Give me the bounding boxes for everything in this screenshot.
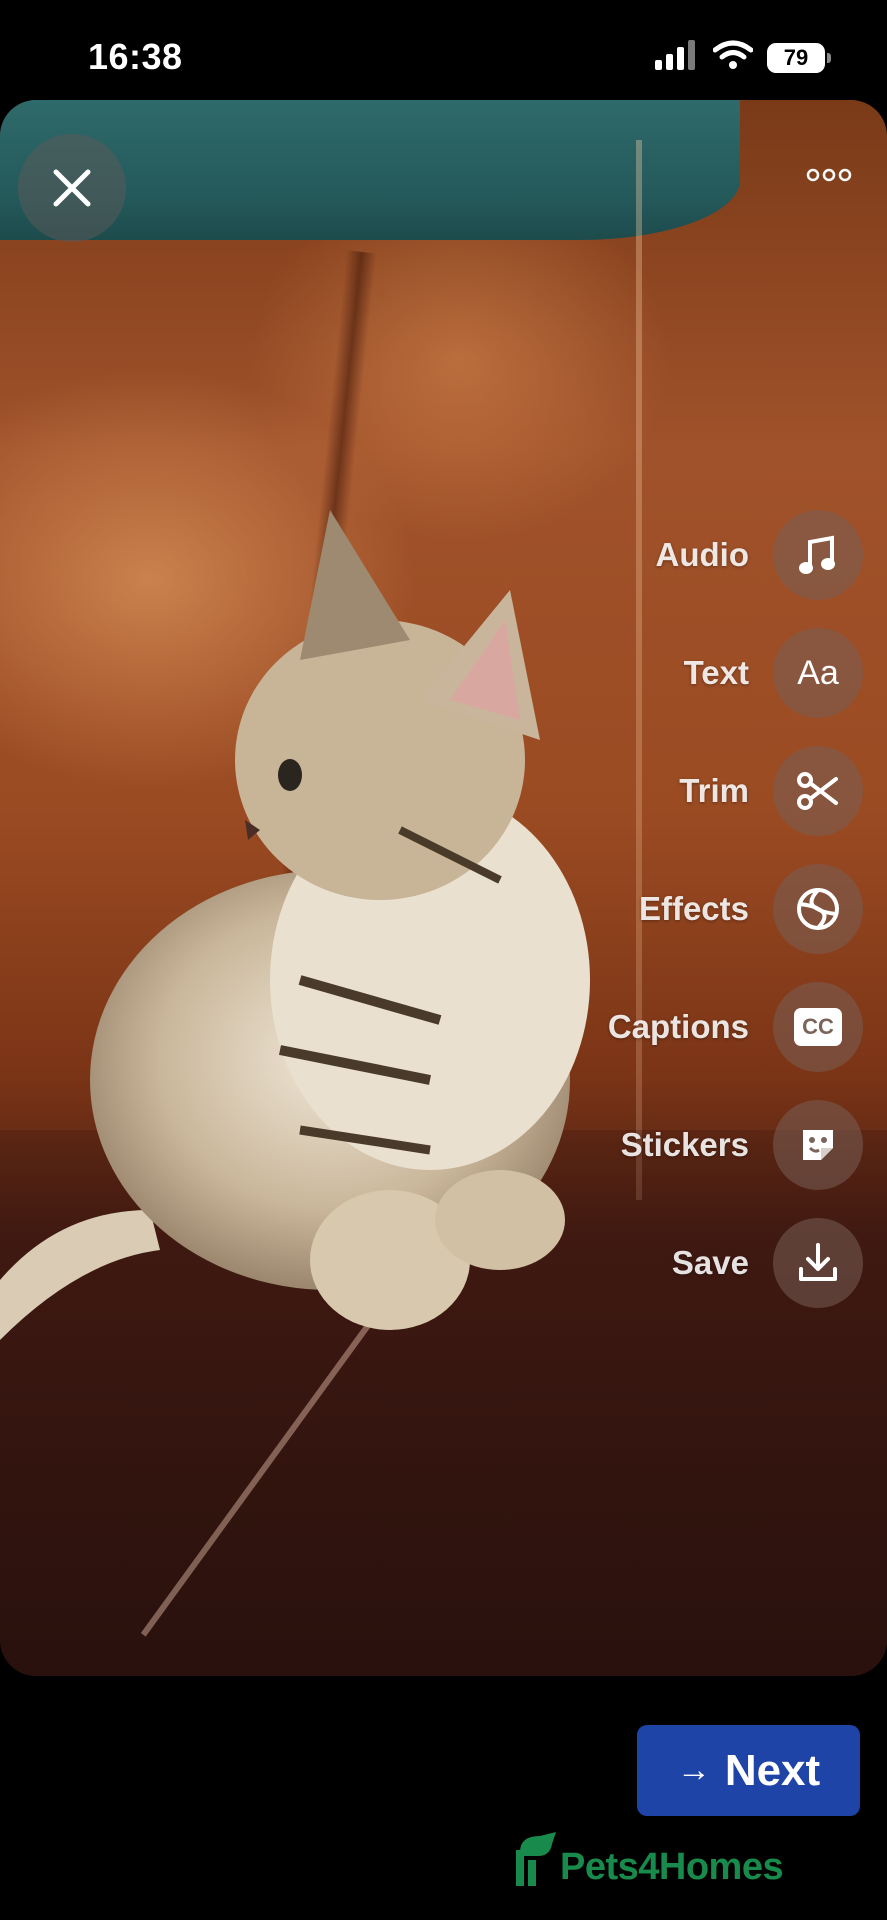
captions-cc-glyph: CC (794, 1008, 842, 1046)
tool-captions[interactable]: Captions CC (363, 968, 863, 1086)
more-icon (806, 168, 852, 182)
arrow-right-icon: → (676, 1751, 711, 1789)
tool-stickers[interactable]: Stickers (363, 1086, 863, 1204)
edit-tools: Audio Text Aa Trim Effects Captions CC S… (363, 496, 863, 1322)
tool-text[interactable]: Text Aa (363, 614, 863, 732)
story-editor-screen: 16:38 79 Audio Text Aa Trim Effects Capt… (0, 0, 887, 1920)
tool-stickers-label: Stickers (620, 1126, 749, 1163)
music-note-icon (773, 510, 863, 600)
download-icon (773, 1218, 863, 1308)
tool-audio[interactable]: Audio (363, 496, 863, 614)
tool-captions-label: Captions (607, 1008, 749, 1045)
next-button[interactable]: → Next (637, 1725, 860, 1816)
status-icons: 79 (655, 40, 831, 75)
close-button[interactable] (18, 134, 126, 242)
more-options-button[interactable] (789, 150, 869, 200)
status-bar: 16:38 79 (0, 0, 887, 100)
battery-icon: 79 (767, 42, 831, 73)
tool-effects-label: Effects (638, 890, 749, 927)
sticker-icon (773, 1100, 863, 1190)
tool-save[interactable]: Save (363, 1204, 863, 1322)
tool-trim[interactable]: Trim (363, 732, 863, 850)
status-time: 16:38 (88, 36, 183, 77)
text-aa-icon: Aa (773, 628, 863, 718)
tool-trim-label: Trim (679, 772, 749, 809)
text-aa-glyph: Aa (797, 653, 839, 692)
signal-icon (655, 40, 699, 75)
pets4homes-logo-icon (516, 1832, 556, 1886)
pets4homes-watermark: Pets4Homes (512, 1826, 842, 1896)
captions-cc-icon: CC (773, 982, 863, 1072)
sofa-crease (273, 250, 377, 950)
scissors-icon (773, 746, 863, 836)
close-icon (53, 169, 91, 207)
tool-text-label: Text (683, 654, 749, 691)
effects-aperture-icon (773, 864, 863, 954)
tool-save-label: Save (671, 1244, 749, 1281)
next-button-label: Next (724, 1745, 821, 1795)
tool-effects[interactable]: Effects (363, 850, 863, 968)
wifi-icon (712, 40, 754, 75)
tool-audio-label: Audio (655, 536, 749, 573)
watermark-text: Pets4Homes (560, 1846, 784, 1888)
